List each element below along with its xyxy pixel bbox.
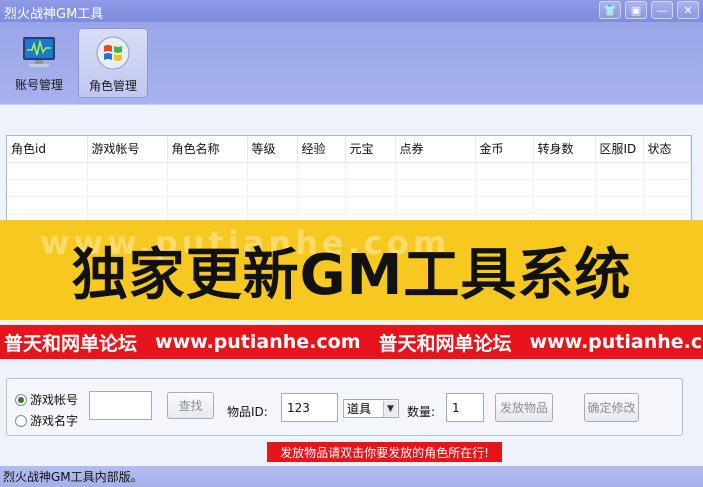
confirm-edit-button[interactable]: 确定修改 xyxy=(584,393,639,422)
account-manage-button[interactable]: 账号管理 xyxy=(4,28,74,98)
col-level[interactable]: 等级 xyxy=(247,136,298,163)
warning-hint: 发放物品请双击你要发放的角色所在行! xyxy=(267,442,502,462)
table-row[interactable] xyxy=(7,162,691,180)
grid-header-row: 角色id 游戏帐号 角色名称 等级 经验 元宝 点券 金币 转身数 区服ID 状… xyxy=(7,136,691,163)
item-type-select[interactable]: 道具 ▼ xyxy=(343,399,399,418)
menu-icon[interactable]: ▣ xyxy=(625,1,647,19)
radio-game-name[interactable]: 游戏名字 xyxy=(15,412,78,429)
window-controls: 👕 ▣ — ✕ xyxy=(599,1,699,19)
chevron-down-icon[interactable]: ▼ xyxy=(383,401,397,417)
send-item-button[interactable]: 发放物品 xyxy=(495,393,553,422)
promo-ribbon: 普天和网单论坛 www.putianhe.com 普天和网单论坛 www.put… xyxy=(0,325,703,359)
col-role-id[interactable]: 角色id xyxy=(7,136,88,163)
shirt-icon[interactable]: 👕 xyxy=(599,1,621,19)
close-icon[interactable]: ✕ xyxy=(677,1,699,19)
ribbon-text: www.putianhe.com xyxy=(529,331,703,353)
role-manage-button[interactable]: 角色管理 xyxy=(78,28,148,98)
radio-game-name-label: 游戏名字 xyxy=(30,414,79,428)
col-game-account[interactable]: 游戏帐号 xyxy=(87,136,168,163)
windows-logo-icon xyxy=(96,36,130,70)
col-server-id[interactable]: 区服ID xyxy=(595,136,644,163)
window-title: 烈火战神GM工具 xyxy=(4,7,104,22)
item-id-input[interactable]: 123 xyxy=(281,393,338,422)
col-role-name[interactable]: 角色名称 xyxy=(167,136,248,163)
item-type-value: 道具 xyxy=(347,402,372,416)
radio-game-account[interactable]: 游戏帐号 xyxy=(15,391,78,408)
col-rebirth[interactable]: 转身数 xyxy=(533,136,596,163)
monitor-icon xyxy=(23,37,55,67)
table-row[interactable] xyxy=(7,196,691,214)
radio-game-account-label: 游戏帐号 xyxy=(30,393,79,407)
qty-input[interactable]: 1 xyxy=(446,393,484,422)
status-bar: 烈火战神GM工具内部版。 xyxy=(0,466,703,487)
minimize-icon[interactable]: — xyxy=(651,1,673,19)
item-panel: 游戏帐号 游戏名字 查找 物品ID: 123 道具 ▼ 数量: 1 发放物品 确… xyxy=(6,378,683,436)
col-points[interactable]: 点券 xyxy=(395,136,476,163)
radio-dot xyxy=(15,393,27,406)
title-bar: 烈火战神GM工具 👕 ▣ — ✕ xyxy=(0,0,703,22)
radio-dot xyxy=(15,414,27,427)
ribbon-text: 普天和网单论坛 xyxy=(4,332,138,355)
col-exp[interactable]: 经验 xyxy=(297,136,346,163)
promo-banner: www.putianhe.com 独家更新GM工具系统 xyxy=(0,220,703,320)
ribbon-text: www.putianhe.com xyxy=(155,331,361,353)
role-manage-label: 角色管理 xyxy=(88,79,137,93)
ribbon-text: 普天和网单论坛 xyxy=(378,332,512,355)
search-input[interactable] xyxy=(89,391,152,420)
item-id-label: 物品ID: xyxy=(227,405,268,419)
col-yuanbao[interactable]: 元宝 xyxy=(345,136,396,163)
toolbar: 账号管理 角色管理 xyxy=(0,22,703,104)
banner-headline: 独家更新GM工具系统 xyxy=(71,242,632,308)
status-text: 烈火战神GM工具内部版。 xyxy=(3,470,143,484)
qty-label: 数量: xyxy=(407,405,436,419)
col-gold[interactable]: 金币 xyxy=(475,136,534,163)
search-button[interactable]: 查找 xyxy=(167,392,214,419)
col-status[interactable]: 状态 xyxy=(643,136,691,163)
account-manage-label: 账号管理 xyxy=(14,78,63,92)
table-row[interactable] xyxy=(7,179,691,197)
